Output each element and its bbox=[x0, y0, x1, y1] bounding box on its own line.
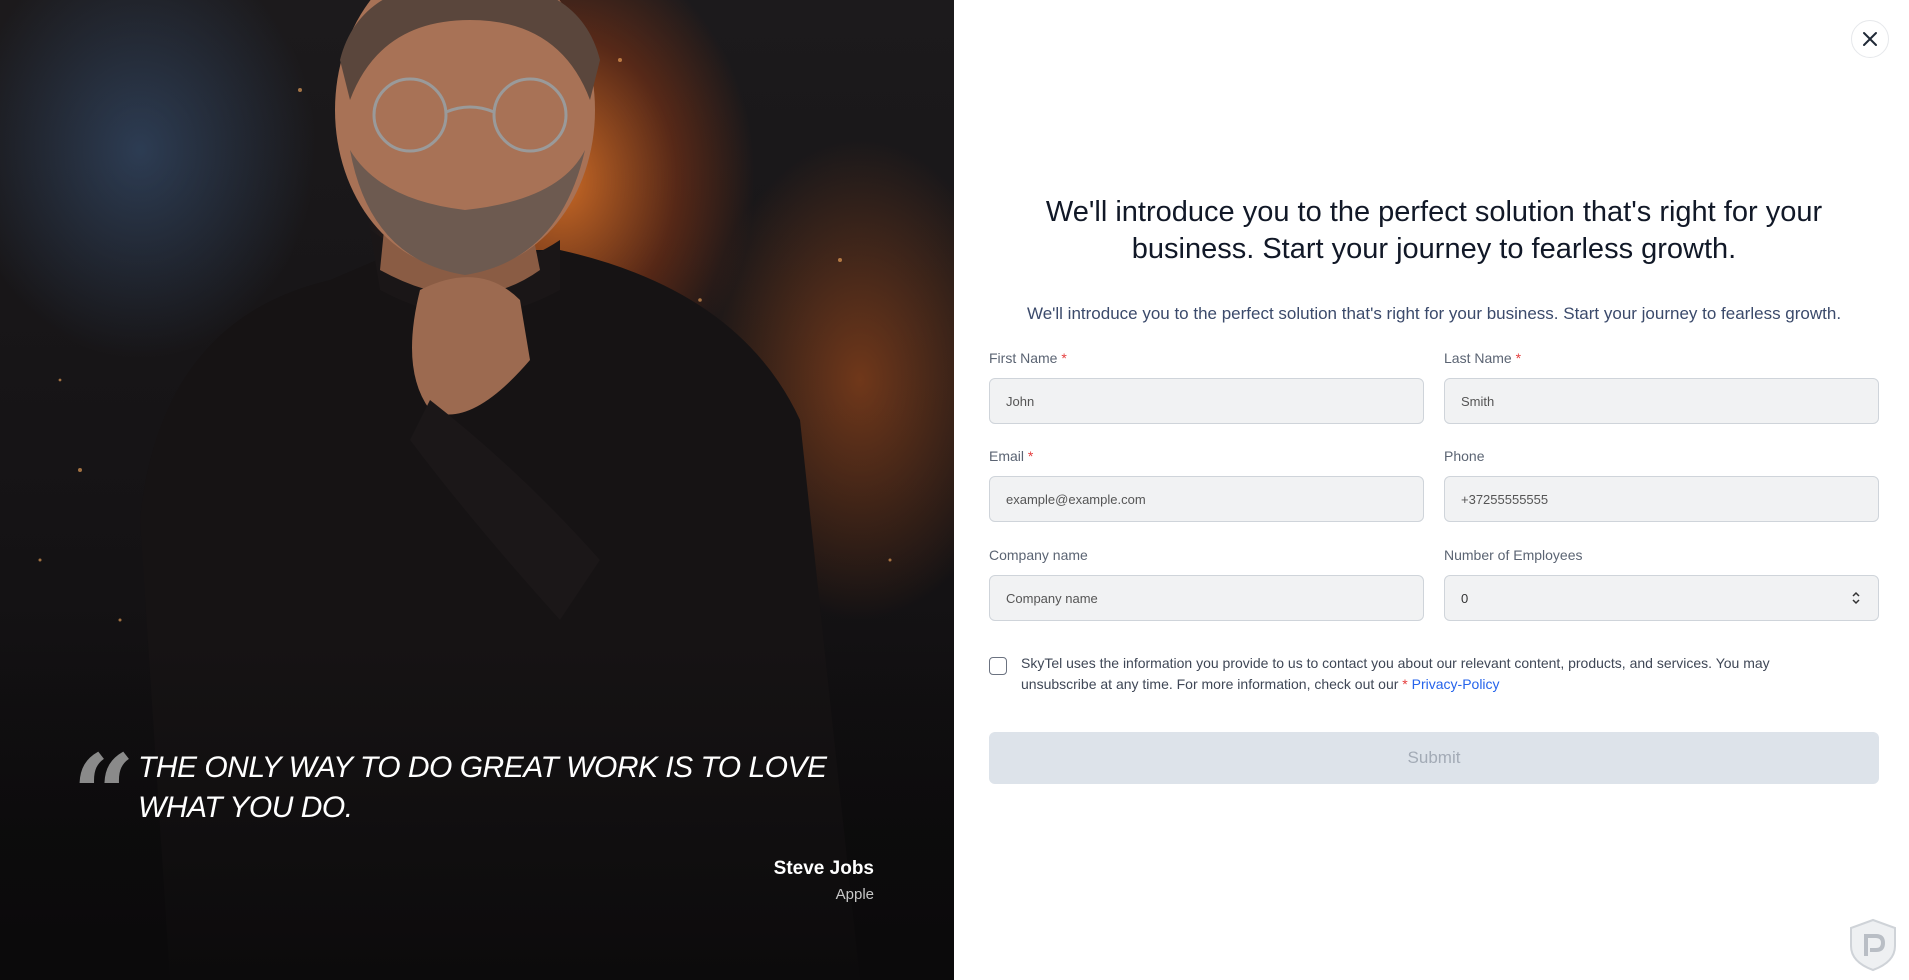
phone-label: Phone bbox=[1444, 448, 1485, 464]
employees-label: Number of Employees bbox=[1444, 547, 1583, 563]
first-name-field-group: First Name * bbox=[989, 350, 1424, 424]
stepper-icon[interactable] bbox=[1850, 590, 1862, 606]
portrait-image bbox=[0, 0, 954, 980]
form-headline: We'll introduce you to the perfect solut… bbox=[1045, 196, 1823, 265]
last-name-input-box[interactable] bbox=[1444, 378, 1879, 424]
last-name-input[interactable] bbox=[1461, 393, 1862, 409]
required-marker: * bbox=[1061, 350, 1067, 366]
email-field-group: Email * bbox=[989, 448, 1424, 522]
last-name-field-group: Last Name * bbox=[1444, 350, 1879, 424]
required-marker: * bbox=[1515, 350, 1522, 366]
phone-field-group: Phone bbox=[1444, 448, 1879, 522]
email-input[interactable] bbox=[1006, 491, 1407, 507]
first-name-input-box[interactable] bbox=[989, 378, 1424, 424]
required-marker: * bbox=[1027, 448, 1034, 464]
company-input-box[interactable] bbox=[989, 575, 1424, 621]
consent-row: SkyTel uses the information you provide … bbox=[989, 653, 1879, 695]
last-name-label: Last Name * bbox=[1444, 350, 1522, 366]
shield-logo-icon bbox=[1850, 918, 1896, 972]
required-marker: * bbox=[1402, 676, 1408, 692]
employees-field-group: Number of Employees 0 bbox=[1444, 547, 1879, 621]
submit-button[interactable]: Submit bbox=[989, 732, 1879, 784]
quote-text: THE ONLY WAY TO DO GREAT WORK IS TO LOVE… bbox=[138, 751, 827, 824]
company-label: Company name bbox=[989, 547, 1088, 563]
form-subline: We'll introduce you to the perfect solut… bbox=[1026, 304, 1842, 323]
close-icon bbox=[1863, 32, 1877, 46]
employees-value[interactable]: 0 bbox=[1461, 591, 1468, 606]
privacy-policy-link[interactable]: Privacy-Policy bbox=[1412, 676, 1500, 692]
quote-icon: “ bbox=[72, 730, 136, 859]
phone-input[interactable] bbox=[1461, 491, 1862, 507]
employees-stepper[interactable]: 0 bbox=[1444, 575, 1879, 621]
phone-input-box[interactable] bbox=[1444, 476, 1879, 522]
first-name-label: First Name * bbox=[989, 350, 1067, 366]
close-button[interactable] bbox=[1851, 20, 1889, 58]
company-field-group: Company name bbox=[989, 547, 1424, 621]
email-label: Email * bbox=[989, 448, 1034, 464]
email-input-box[interactable] bbox=[989, 476, 1424, 522]
first-name-input[interactable] bbox=[1006, 393, 1407, 409]
author-name: Steve Jobs bbox=[773, 858, 874, 879]
author-company: Apple bbox=[835, 886, 874, 903]
testimonial-panel: “ THE ONLY WAY TO DO GREAT WORK IS TO LO… bbox=[0, 0, 954, 980]
consent-text: SkyTel uses the information you provide … bbox=[1021, 655, 1770, 692]
consent-checkbox[interactable] bbox=[989, 657, 1007, 675]
company-input[interactable] bbox=[1006, 590, 1407, 606]
